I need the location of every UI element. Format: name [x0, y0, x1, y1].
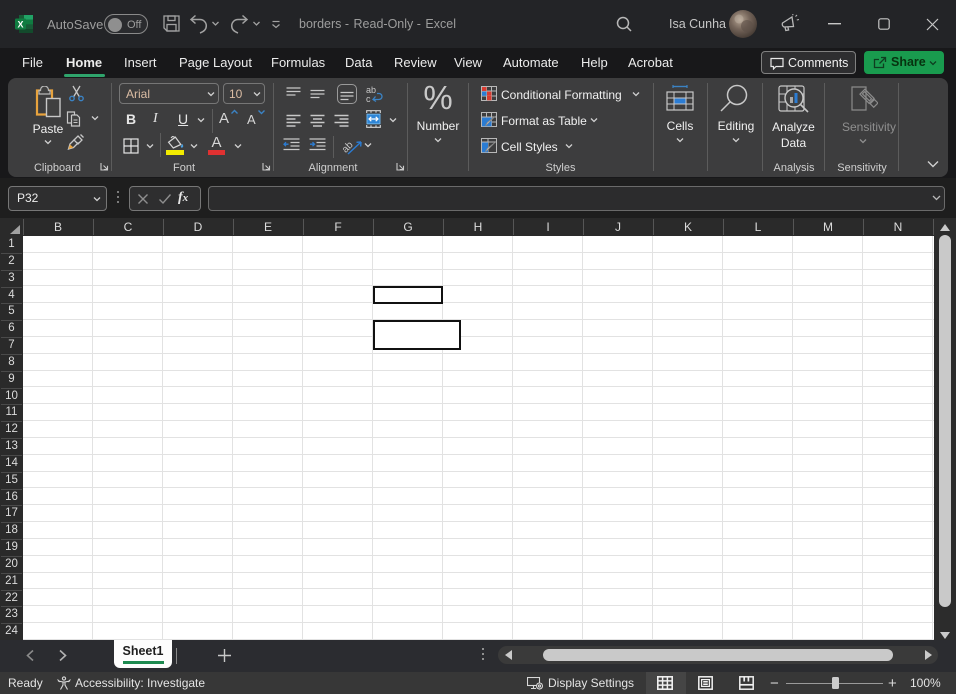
- svg-text:c: c: [366, 94, 371, 103]
- svg-text:X: X: [17, 19, 23, 29]
